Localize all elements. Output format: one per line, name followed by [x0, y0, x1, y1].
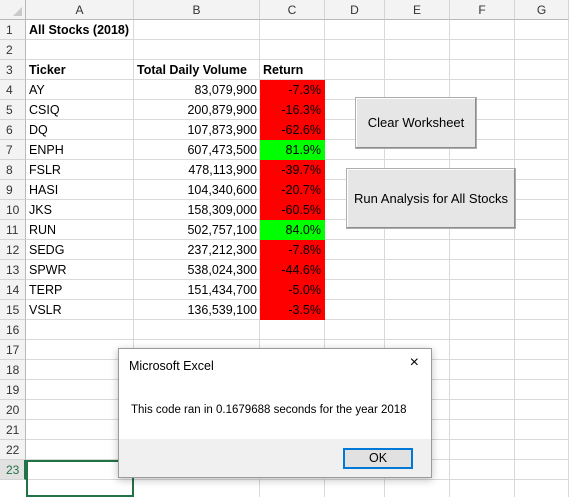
header-total-daily-volume[interactable]: Total Daily Volume [134, 60, 250, 80]
column-header-d[interactable]: D [325, 0, 385, 20]
volume-cell[interactable]: 104,340,600 [134, 180, 260, 200]
return-cell[interactable]: -39.7% [260, 160, 325, 180]
return-cell[interactable]: -7.8% [260, 240, 325, 260]
row-header-14[interactable]: 14 [0, 280, 26, 300]
return-cell[interactable]: -3.5% [260, 300, 325, 320]
row-header-15[interactable]: 15 [0, 300, 26, 320]
row-header-9[interactable]: 9 [0, 180, 26, 200]
row-header-18[interactable]: 18 [0, 360, 26, 380]
volume-cell[interactable]: 538,024,300 [134, 260, 260, 280]
row-header-10[interactable]: 10 [0, 200, 26, 220]
ticker-cell[interactable]: SEDG [26, 240, 67, 260]
row-header-21[interactable]: 21 [0, 420, 26, 440]
dialog-title: Microsoft Excel [129, 359, 214, 373]
row-header-8[interactable]: 8 [0, 160, 26, 180]
message-box-dialog: Microsoft Excel × This code ran in 0.167… [118, 348, 432, 478]
return-cell[interactable]: -5.0% [260, 280, 325, 300]
volume-cell[interactable]: 136,539,100 [134, 300, 260, 320]
row-header-22[interactable]: 22 [0, 440, 26, 460]
ticker-cell[interactable]: FSLR [26, 160, 64, 180]
ticker-cell[interactable]: DQ [26, 120, 51, 140]
select-all-corner[interactable] [0, 0, 26, 20]
row-header-17[interactable]: 17 [0, 340, 26, 360]
ticker-cell[interactable]: HASI [26, 180, 61, 200]
return-cell[interactable]: 81.9% [260, 140, 325, 160]
row-header-19[interactable]: 19 [0, 380, 26, 400]
column-header-e[interactable]: E [385, 0, 450, 20]
ticker-cell[interactable]: ENPH [26, 140, 67, 160]
ticker-cell[interactable]: SPWR [26, 260, 70, 280]
return-cell[interactable]: -7.3% [260, 80, 325, 100]
ticker-cell[interactable]: TERP [26, 280, 65, 300]
row-header-23[interactable]: 23 [0, 460, 26, 480]
close-icon[interactable]: × [410, 355, 419, 371]
gridline-horizontal [26, 339, 569, 340]
row-header-4[interactable]: 4 [0, 80, 26, 100]
row-header-5[interactable]: 5 [0, 100, 26, 120]
row-header-1[interactable]: 1 [0, 20, 26, 40]
row-header-3[interactable]: 3 [0, 60, 26, 80]
ticker-cell[interactable]: AY [26, 80, 48, 100]
volume-cell[interactable]: 607,473,500 [134, 140, 260, 160]
return-cell[interactable]: -16.3% [260, 100, 325, 120]
row-header-13[interactable]: 13 [0, 260, 26, 280]
column-header-c[interactable]: C [260, 0, 325, 20]
clear-worksheet-button[interactable]: Clear Worksheet [355, 97, 477, 149]
dialog-footer: OK [119, 439, 431, 477]
return-cell[interactable]: -20.7% [260, 180, 325, 200]
ticker-cell[interactable]: VSLR [26, 300, 65, 320]
cell-a1-title[interactable]: All Stocks (2018) [26, 20, 132, 40]
return-cell[interactable]: -44.6% [260, 260, 325, 280]
volume-cell[interactable]: 107,873,900 [134, 120, 260, 140]
header-return[interactable]: Return [260, 60, 306, 80]
header-ticker[interactable]: Ticker [26, 60, 69, 80]
volume-cell[interactable]: 158,309,000 [134, 200, 260, 220]
return-cell[interactable]: -60.5% [260, 200, 325, 220]
volume-cell[interactable]: 200,879,900 [134, 100, 260, 120]
volume-cell[interactable]: 237,212,300 [134, 240, 260, 260]
volume-cell[interactable]: 502,757,100 [134, 220, 260, 240]
column-header-b[interactable]: B [134, 0, 260, 20]
row-header-11[interactable]: 11 [0, 220, 26, 240]
ok-button[interactable]: OK [343, 448, 413, 469]
return-cell[interactable]: -62.6% [260, 120, 325, 140]
row-header-16[interactable]: 16 [0, 320, 26, 340]
select-all-triangle-icon [13, 7, 22, 16]
row-header-7[interactable]: 7 [0, 140, 26, 160]
ticker-cell[interactable]: CSIQ [26, 100, 63, 120]
column-header-f[interactable]: F [450, 0, 515, 20]
volume-cell[interactable]: 478,113,900 [134, 160, 260, 180]
run-analysis-button[interactable]: Run Analysis for All Stocks [346, 168, 516, 229]
return-cell[interactable]: 84.0% [260, 220, 325, 240]
volume-cell[interactable]: 83,079,900 [134, 80, 260, 100]
row-header-20[interactable]: 20 [0, 400, 26, 420]
column-header-g[interactable]: G [515, 0, 569, 20]
ticker-cell[interactable]: RUN [26, 220, 59, 240]
dialog-message: This code ran in 0.1679688 seconds for t… [131, 404, 407, 416]
ticker-cell[interactable]: JKS [26, 200, 55, 220]
row-header-12[interactable]: 12 [0, 240, 26, 260]
row-header-2[interactable]: 2 [0, 40, 26, 60]
row-header-6[interactable]: 6 [0, 120, 26, 140]
volume-cell[interactable]: 151,434,700 [134, 280, 260, 300]
column-header-a[interactable]: A [26, 0, 134, 20]
